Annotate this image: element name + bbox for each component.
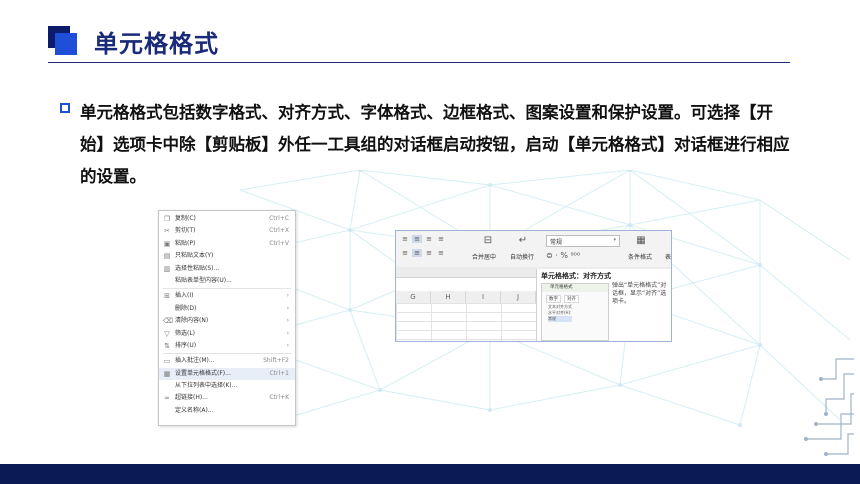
- align-left-icon[interactable]: ≡: [436, 235, 446, 243]
- menu-separator: [163, 288, 291, 290]
- menu-item-insert[interactable]: ⊞ 插入(I) ›: [159, 290, 295, 302]
- title-divider: [48, 62, 790, 63]
- wrap-text-button[interactable]: 自动换行: [510, 252, 534, 261]
- context-menu: ❐ 复制(C) Ctrl+C ✂ 剪切(T) Ctrl+X ▣ 粘贴(P) Ctrl+V ▤…: [158, 210, 296, 426]
- format-cells-icon: ▦: [163, 369, 171, 378]
- menu-item-clear[interactable]: ⌫ 清除内容(N) ›: [159, 315, 295, 327]
- paste-special-icon: ▥: [163, 264, 171, 273]
- paste-icon: ▣: [163, 239, 171, 248]
- link-icon: ∞: [164, 394, 170, 403]
- number-format-icons[interactable]: ⊜ · % ⁹⁰⁰: [546, 251, 580, 260]
- menu-item-paste-form[interactable]: 粘贴表单型内容(U)...: [159, 275, 295, 287]
- chevron-down-icon: ▾: [613, 237, 616, 243]
- eraser-icon: ⌫: [163, 317, 173, 326]
- ribbon-toolbar: ≡ ≡ ≡ ≡ ≡ ≡ ≡ ≡ ⊟ 合并居中 ↵ 自动换行 常规 ▾ ⊜ · %…: [396, 231, 671, 268]
- circuit-decoration: [804, 358, 854, 456]
- align-bottom-icon[interactable]: ≡: [424, 235, 434, 243]
- thumbnail-line: 常规: [548, 316, 556, 321]
- insert-icon: ⊞: [164, 292, 170, 301]
- footer-bar: [0, 464, 860, 484]
- cell-grid[interactable]: [396, 303, 536, 341]
- thumbnail-tab: 对齐: [564, 295, 579, 303]
- body-paragraph: 单元格格式包括数字格式、对齐方式、字体格式、边框格式、图案设置和保护设置。可选择…: [80, 103, 790, 186]
- tooltip-title: 单元格格式：对齐方式: [541, 272, 611, 280]
- align-top-icon[interactable]: ≡: [400, 235, 410, 243]
- merge-center-button[interactable]: 合并居中: [472, 252, 496, 261]
- menu-item-cut[interactable]: ✂ 剪切(T) Ctrl+X: [159, 225, 295, 237]
- menu-separator: [163, 353, 291, 355]
- align-buttons-row-2: ≡ ≡ ≡ ≡: [400, 249, 446, 257]
- wrap-text-icon[interactable]: ↵: [516, 235, 530, 247]
- menu-item-filter[interactable]: ▽ 筛选(L) ›: [159, 328, 295, 340]
- menu-item-paste[interactable]: ▣ 粘贴(P) Ctrl+V: [159, 238, 295, 250]
- table-style-button[interactable]: 表: [665, 252, 671, 261]
- column-header[interactable]: G: [396, 291, 431, 303]
- sort-icon: ⇅: [164, 341, 170, 350]
- align-middle-icon[interactable]: ≡: [412, 235, 422, 243]
- page-title: 单元格格式: [94, 30, 219, 58]
- thumbnail-header: 单元格格式: [542, 284, 608, 292]
- tooltip-description: 弹出“单元格格式”对话框，显示“对齐”选项卡。: [612, 282, 667, 305]
- justify-icon[interactable]: ≡: [436, 249, 446, 257]
- menu-item-hyperlink[interactable]: ∞ 超链接(H)... Ctrl+K: [159, 392, 295, 404]
- menu-item-sort[interactable]: ⇅ 排序(U) ›: [159, 340, 295, 352]
- column-header[interactable]: J: [501, 291, 536, 303]
- menu-item-paste-special[interactable]: ▥ 选择性粘贴(S)...: [159, 263, 295, 275]
- comment-icon: ▭: [163, 357, 171, 366]
- paste-text-icon: ▤: [163, 252, 171, 261]
- conditional-format-icon[interactable]: ▦: [634, 235, 648, 247]
- copy-icon: ❐: [163, 215, 171, 223]
- align-right-icon[interactable]: ≡: [424, 249, 434, 257]
- menu-item-delete[interactable]: 删除(D) ›: [159, 303, 295, 315]
- number-format-select[interactable]: 常规 ▾: [546, 235, 620, 247]
- merge-center-icon[interactable]: ⊟: [481, 235, 495, 247]
- column-header[interactable]: I: [466, 291, 501, 303]
- menu-item-copy[interactable]: ❐ 复制(C) Ctrl+C: [159, 213, 295, 225]
- scissors-icon: ✂: [164, 227, 170, 236]
- thumbnail-tabs: 数字 对齐: [546, 295, 579, 303]
- thumbnail-tab: 数字: [546, 295, 561, 303]
- menu-item-format-cells[interactable]: ▦ 设置单元格格式(F)... Ctrl+1: [159, 367, 295, 381]
- menu-item-pick-from-list[interactable]: 从下拉列表中选择(K)...: [159, 380, 295, 392]
- ribbon-screenshot: ≡ ≡ ≡ ≡ ≡ ≡ ≡ ≡ ⊟ 合并居中 ↵ 自动换行 常规 ▾ ⊜ · %…: [395, 230, 672, 342]
- conditional-format-button[interactable]: 条件格式: [628, 252, 652, 261]
- menu-item-insert-comment[interactable]: ▭ 插入批注(M)... Shift+F2: [159, 355, 295, 367]
- align-center-icon[interactable]: ≡: [412, 249, 422, 257]
- filter-icon: ▽: [164, 329, 170, 338]
- format-cells-tooltip: 单元格格式：对齐方式 单元格格式 数字 对齐 文本对齐方式 水平对齐(H): 常…: [536, 269, 671, 341]
- title-square-icon: [48, 26, 78, 56]
- menu-item-paste-text[interactable]: ▤ 只粘贴文本(Y): [159, 250, 295, 262]
- bullet-square-icon: [60, 103, 70, 113]
- align-left2-icon[interactable]: ≡: [400, 249, 410, 257]
- menu-item-define-name[interactable]: 定义名称(A)...: [159, 405, 295, 417]
- align-buttons-row: ≡ ≡ ≡ ≡: [400, 235, 446, 243]
- dialog-thumbnail: 单元格格式 数字 对齐 文本对齐方式 水平对齐(H): 常规: [541, 283, 609, 341]
- column-header[interactable]: H: [431, 291, 466, 303]
